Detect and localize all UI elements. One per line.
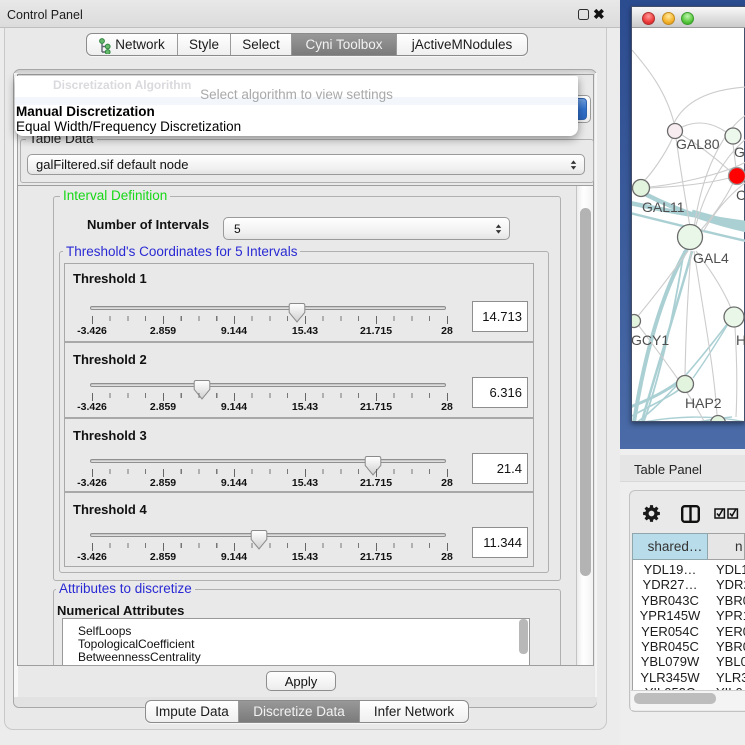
svg-text:HAP2: HAP2: [685, 395, 722, 411]
svg-text:C: C: [736, 187, 745, 203]
svg-text:H: H: [736, 332, 745, 348]
svg-text:GAL11: GAL11: [642, 199, 685, 215]
svg-text:GAL80: GAL80: [676, 136, 720, 152]
svg-text:GA: GA: [734, 144, 745, 160]
svg-text:GAL4: GAL4: [693, 250, 729, 266]
svg-text:GCY1: GCY1: [632, 332, 669, 348]
